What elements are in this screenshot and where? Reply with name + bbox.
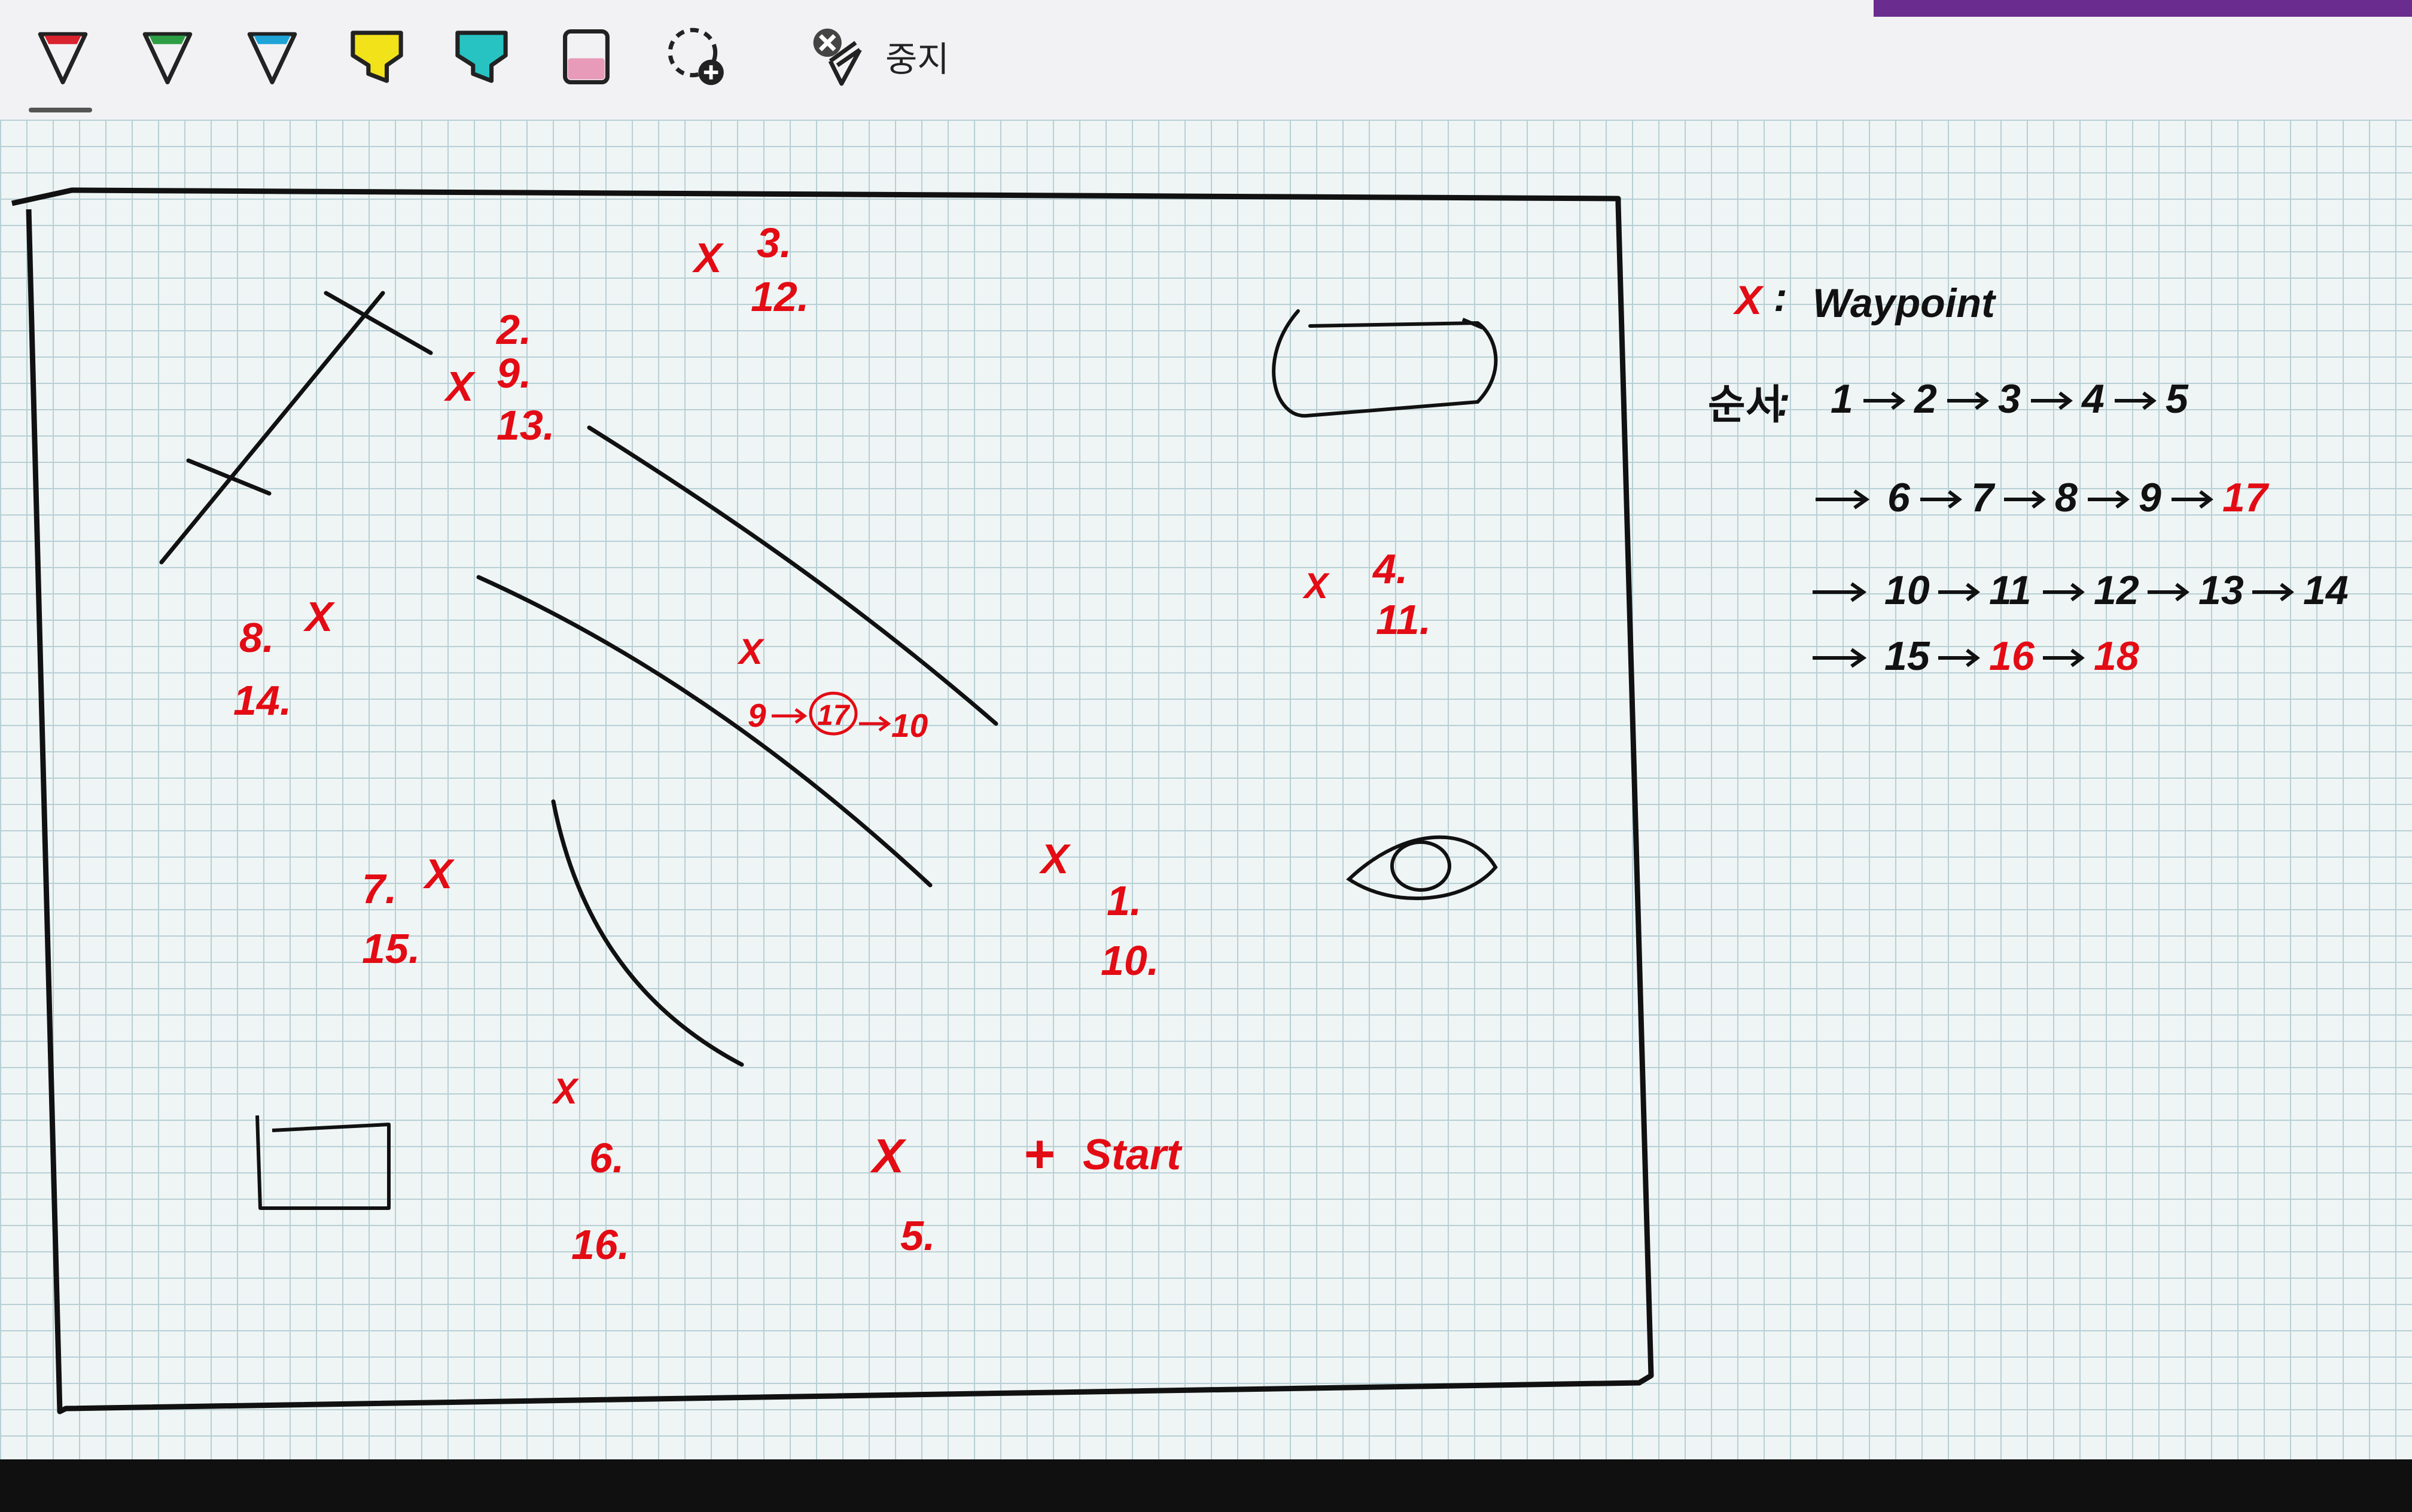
waypoint-label: 14. — [233, 677, 291, 724]
order-step: 14 — [2303, 568, 2349, 613]
waypoint-label: 8. — [239, 614, 274, 661]
waypoint-mark: X — [1038, 836, 1071, 882]
waypoint-label: 6. — [589, 1135, 624, 1181]
order-arrow — [1938, 648, 1980, 667]
waypoint-mark: X — [870, 1129, 907, 1182]
order-arrow — [2115, 391, 2157, 410]
waypoint-label: 15. — [362, 925, 420, 972]
order-step: 10 — [1884, 568, 1930, 613]
waypoint-mark: X — [1302, 566, 1330, 606]
order-step: 7 — [1971, 475, 1996, 520]
order-step: 16 — [1989, 633, 2035, 679]
order-arrow — [1863, 391, 1905, 410]
order-arrow — [2043, 648, 2085, 667]
waypoint-label: 7. — [362, 865, 397, 912]
waypoint-label: 1. — [1107, 877, 1141, 924]
waypoint-label: 10. — [1101, 937, 1159, 984]
waypoint-label: 10 — [891, 707, 928, 744]
waypoint-label: 2. — [495, 306, 531, 353]
waypoint-label: 11. — [1376, 596, 1431, 643]
order-step: 8 — [2055, 475, 2078, 520]
order-arrow — [1938, 583, 1980, 602]
order-arrow — [1920, 490, 1962, 509]
curved-wall — [551, 799, 744, 1067]
waypoint-label: 17 — [817, 700, 851, 731]
order-step: 18 — [2094, 633, 2139, 679]
order-label: 순서 — [1708, 382, 1783, 429]
order-arrow — [2043, 583, 2085, 602]
waypoint-label: 5. — [900, 1212, 935, 1259]
legend-colon: : — [1774, 275, 1787, 320]
order-step: 6 — [1887, 475, 1911, 520]
order-step: 13 — [2198, 568, 2244, 613]
waypoint-annotations: X 3. 12. X 2. 9. 13. X 4. 11. X 8. 14. X… — [233, 220, 1431, 1268]
ink-layer: X 3. 12. X 2. 9. 13. X 4. 11. X 8. 14. X… — [11, 187, 2349, 1415]
waypoint-mark: X — [443, 363, 476, 410]
order-sequence: 1 2 3 4 56 7 8 9 1710 11 12 13 1415 16 18 — [1813, 376, 2349, 679]
waypoint-label: 13. — [497, 402, 555, 449]
order-arrow — [1813, 648, 1867, 668]
waypoint-label: 16. — [571, 1221, 629, 1268]
order-step: 15 — [1884, 633, 1930, 679]
order-step: 12 — [2094, 568, 2139, 613]
eye-drawing — [1346, 835, 1498, 900]
capsule-obstacle — [1272, 309, 1498, 418]
order-arrow — [1816, 489, 1870, 510]
legend-mark: X — [1732, 278, 1764, 323]
waypoint-mark: X — [422, 850, 455, 897]
order-arrow — [2004, 490, 2046, 509]
order-arrow — [2088, 490, 2130, 509]
crossed-lines-obstacle — [159, 291, 433, 565]
route-legend: X : Waypoint 순서 : 1 2 3 4 56 7 8 9 1710 11 12 13 141… — [1708, 275, 2349, 679]
waypoint-label: 12. — [751, 273, 809, 320]
waypoint-mark: X — [737, 632, 765, 672]
order-step: 9 — [2139, 475, 2161, 520]
order-step: 1 — [1831, 376, 1853, 422]
waypoint-label: 3. — [757, 220, 791, 266]
order-step: 4 — [2081, 376, 2105, 422]
order-step: 2 — [1913, 376, 1937, 422]
order-arrow — [1813, 582, 1867, 602]
waypoint-mark: X — [303, 593, 336, 640]
waypoint-label: 4. — [1372, 545, 1408, 592]
order-arrow — [2031, 391, 2073, 410]
order-arrow — [2252, 583, 2294, 602]
order-step: 5 — [2166, 376, 2189, 422]
waypoint-label: 9. — [497, 350, 531, 397]
order-step: 11 — [1989, 568, 2032, 613]
legend-text: Waypoint — [1813, 281, 1996, 326]
order-step: 17 — [2222, 475, 2270, 520]
order-arrow — [2172, 490, 2213, 509]
waypoint-label: 9 — [748, 697, 766, 734]
start-label: Start — [1083, 1131, 1183, 1179]
small-rectangle-obstacle — [255, 1115, 391, 1210]
order-step: 3 — [1998, 376, 2021, 422]
waypoint-mark: X — [552, 1071, 580, 1111]
order-arrow — [2148, 583, 2189, 602]
start-mark: + — [1023, 1124, 1055, 1184]
screen-bezel — [0, 1459, 2412, 1512]
waypoint-mark: X — [692, 234, 724, 281]
order-colon: : — [1777, 379, 1790, 425]
order-arrow — [1947, 391, 1989, 410]
